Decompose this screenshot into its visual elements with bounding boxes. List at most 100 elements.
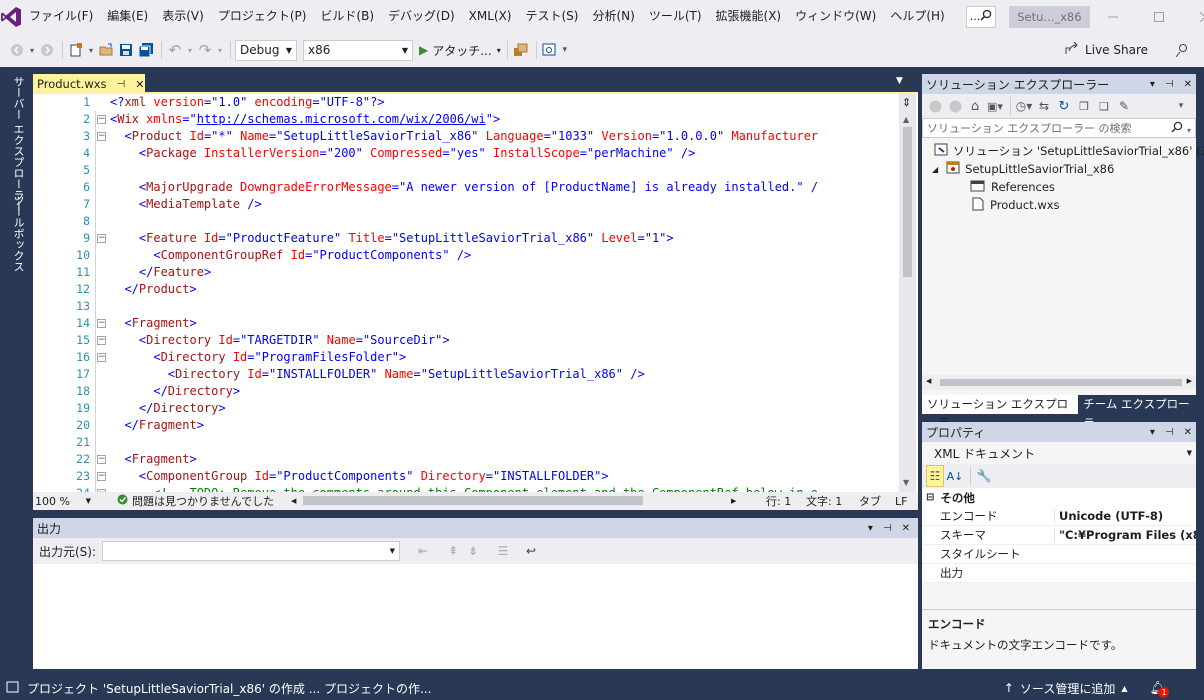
close-pane-icon[interactable]: ✕ [902, 523, 910, 534]
horizontal-scroll-thumb[interactable] [303, 496, 643, 505]
collapse-region-icon[interactable]: − [97, 336, 106, 345]
close-window-button[interactable] [1182, 0, 1204, 33]
save-icon[interactable] [117, 39, 135, 61]
scroll-thumb[interactable] [903, 127, 912, 277]
split-handle-icon[interactable]: ⇕ [902, 96, 911, 109]
quick-search-box[interactable]: ... [965, 5, 997, 28]
window-position-icon[interactable]: ▾ [1150, 427, 1155, 438]
dropdown-arrow-icon[interactable]: ▾ [186, 39, 194, 61]
menu-item[interactable]: ツール(T) [642, 0, 709, 33]
navigate-forward-icon[interactable] [38, 39, 56, 61]
tab-team-explorer[interactable]: チーム エクスプローラー [1078, 395, 1196, 430]
window-position-icon[interactable]: ▾ [1150, 79, 1155, 90]
save-all-icon[interactable] [137, 39, 155, 61]
refresh-icon[interactable]: ↻ [1055, 95, 1073, 117]
toolbar-overflow-icon[interactable]: ▾ [1172, 95, 1190, 117]
previous-message-icon[interactable]: ⇞ [444, 540, 462, 562]
feedback-person-icon[interactable] [1172, 39, 1190, 61]
collapse-region-icon[interactable]: − [97, 234, 106, 243]
close-pane-icon[interactable]: ✕ [1184, 79, 1192, 90]
clear-all-icon[interactable]: ☰ [494, 540, 512, 562]
close-pane-icon[interactable]: ✕ [1184, 427, 1192, 438]
editor-vertical-scrollbar[interactable]: ⇕ ▲ ▼ [899, 94, 916, 492]
pin-icon[interactable]: ⊣ [1165, 427, 1174, 438]
menu-item[interactable]: 編集(E) [100, 0, 155, 33]
forward-icon[interactable] [946, 95, 964, 117]
categorized-icon[interactable]: ☷ [926, 465, 944, 487]
pin-icon[interactable]: ⊣ [883, 523, 892, 534]
properties-object-select[interactable]: XML ドキュメント ▼ [922, 442, 1196, 464]
new-project-icon[interactable] [67, 39, 85, 61]
menu-item[interactable]: ビルド(B) [313, 0, 381, 33]
menu-item[interactable]: デバッグ(D) [381, 0, 462, 33]
toolbox-tab[interactable]: ツールボックス [6, 195, 26, 272]
notifications-button[interactable]: 🔔︎ 1 [1149, 681, 1170, 698]
browser-link-icon[interactable] [541, 39, 559, 61]
scroll-right-icon[interactable]: ▶ [731, 497, 736, 505]
status-output-icon[interactable] [6, 681, 19, 696]
scroll-down-icon[interactable]: ▼ [903, 478, 909, 487]
window-position-icon[interactable]: ▾ [868, 523, 873, 534]
scroll-right-icon[interactable]: ▶ [1187, 377, 1192, 385]
solution-platform-select[interactable]: x86 ▼ [303, 39, 413, 61]
tree-item-project[interactable]: ◢ SetupLittleSaviorTrial_x86 [932, 160, 1114, 178]
property-value[interactable]: Unicode (UTF-8) [1054, 509, 1196, 523]
tree-item-solution[interactable]: ソリューション 'SetupLittleSaviorTrial_x86' (1/… [934, 142, 1204, 160]
back-icon[interactable] [926, 95, 944, 117]
tree-item-product-wxs[interactable]: Product.wxs [972, 196, 1060, 214]
pin-icon[interactable]: ⊣ [1165, 79, 1174, 90]
menu-item[interactable]: テスト(S) [518, 0, 585, 33]
dropdown-arrow-icon[interactable]: ▾ [87, 39, 95, 61]
dropdown-arrow-icon[interactable]: ▾ [28, 39, 36, 61]
visual-studio-logo-icon[interactable] [0, 0, 22, 33]
menu-item[interactable]: ウィンドウ(W) [788, 0, 883, 33]
collapse-all-icon[interactable]: ❐ [1075, 95, 1093, 117]
scroll-thumb[interactable] [940, 379, 1182, 386]
server-explorer-tab[interactable]: サーバー エクスプローラー [6, 76, 26, 212]
scroll-left-icon[interactable]: ◀ [926, 377, 931, 385]
menu-item[interactable]: 分析(N) [585, 0, 641, 33]
output-source-select[interactable]: ▼ [102, 541, 401, 561]
tab-solution-explorer[interactable]: ソリューション エクスプローラー [922, 395, 1079, 430]
code-editor[interactable]: 123456789101112131415161718192021222324 … [33, 94, 918, 492]
home-icon[interactable]: ⌂ [966, 95, 984, 117]
menu-item[interactable]: プロジェクト(P) [211, 0, 314, 33]
tree-horizontal-scrollbar[interactable]: ◀ ▶ [922, 375, 1196, 390]
collapse-region-icon[interactable]: − [97, 353, 106, 362]
maximize-button[interactable] [1136, 0, 1182, 33]
collapse-region-icon[interactable]: − [97, 132, 106, 141]
property-row[interactable]: スキーマ "C:¥Program Files (x86)¥M [922, 526, 1196, 545]
tab-overflow-icon[interactable]: ▼ [896, 76, 903, 86]
properties-icon[interactable]: ✎ [1115, 95, 1133, 117]
code-area[interactable]: −−−−−−−−−<?xml version="1.0" encoding="U… [33, 94, 899, 492]
collapse-region-icon[interactable]: − [97, 319, 106, 328]
scroll-up-icon[interactable]: ▲ [903, 115, 909, 124]
toolbar-overflow-icon[interactable]: ▾ [561, 39, 569, 61]
find-message-icon[interactable]: ⇤ [414, 540, 432, 562]
property-row[interactable]: スタイルシート [922, 545, 1196, 564]
collapse-region-icon[interactable]: − [97, 455, 106, 464]
property-pages-icon[interactable]: 🔧 [975, 465, 993, 487]
minimize-button[interactable] [1090, 0, 1136, 33]
property-row[interactable]: 出力 [922, 564, 1196, 583]
pending-changes-icon[interactable]: ◷▾ [1015, 95, 1033, 117]
collapse-region-icon[interactable]: − [97, 472, 106, 481]
undo-icon[interactable]: ↶ [166, 39, 184, 61]
source-control-button[interactable]: ソース管理に追加 [1020, 680, 1115, 697]
close-tab-icon[interactable]: ✕ [135, 78, 144, 91]
redo-icon[interactable]: ↷ [196, 39, 214, 61]
menu-item[interactable]: ファイル(F) [22, 0, 100, 33]
word-wrap-icon[interactable]: ↩ [522, 540, 540, 562]
next-message-icon[interactable]: ⇟ [464, 540, 482, 562]
menu-item[interactable]: 拡張機能(X) [709, 0, 789, 33]
property-category[interactable]: ⊟ その他 [922, 488, 1196, 507]
dropdown-arrow-icon[interactable]: ▾ [216, 39, 224, 61]
solution-explorer-search[interactable]: ソリューション エクスプローラー の検索 ▾ [922, 118, 1196, 138]
property-row[interactable]: エンコード Unicode (UTF-8) [922, 507, 1196, 526]
issues-status[interactable]: 問題は見つかりませんでした [132, 493, 274, 509]
menu-item[interactable]: 表示(V) [155, 0, 211, 33]
show-all-files-icon[interactable]: ❏ [1095, 95, 1113, 117]
tree-item-references[interactable]: References [970, 178, 1055, 196]
diagnostic-tool-icon[interactable] [512, 39, 530, 61]
menu-item[interactable]: XML(X) [462, 0, 519, 33]
